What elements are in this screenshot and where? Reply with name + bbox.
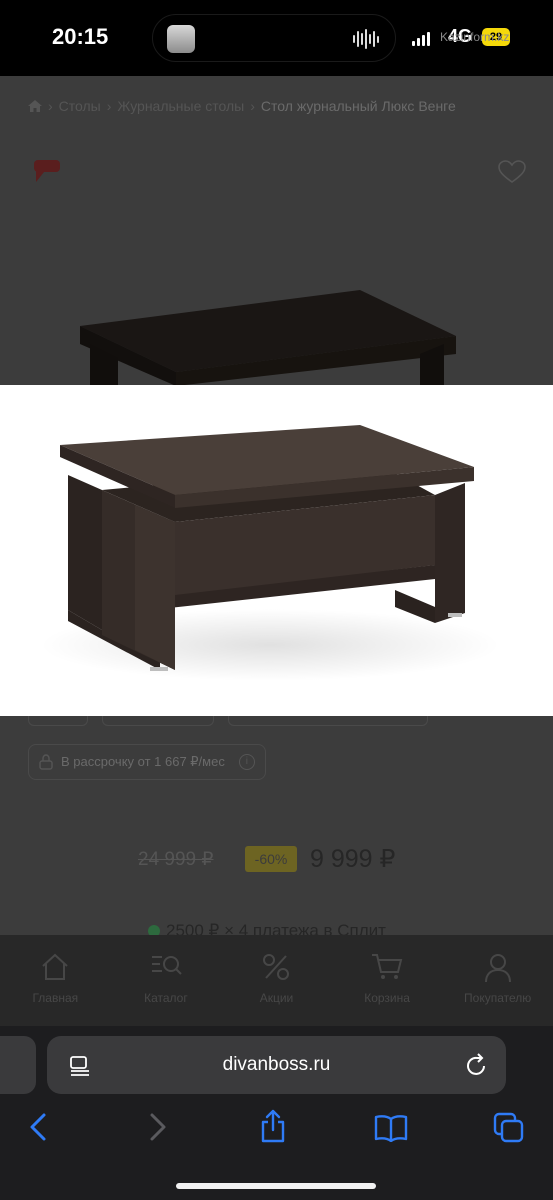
user-icon	[484, 954, 511, 983]
info-icon[interactable]: i	[238, 754, 255, 770]
nav-item-label: Корзина	[364, 991, 410, 1005]
signal-icon	[412, 30, 440, 46]
nav-item-catalog[interactable]: Каталог	[111, 935, 222, 1027]
tag-badge-icon	[34, 160, 60, 182]
catalog-icon	[151, 956, 182, 975]
site-bottom-nav: Главная Каталог Акции Корзина Покупателю	[0, 935, 553, 1027]
address-bar[interactable]: divanboss.ru	[47, 1036, 506, 1094]
product-photo-background	[80, 290, 456, 386]
previous-tab-preview[interactable]	[0, 1036, 36, 1094]
share-icon[interactable]	[259, 1109, 287, 1143]
nav-item-label: Акции	[259, 991, 294, 1005]
nav-item-promotions[interactable]: Акции	[221, 935, 332, 1027]
home-indicator[interactable]	[176, 1183, 376, 1189]
forward-arrow-icon[interactable]	[148, 1112, 168, 1142]
url-text: divanboss.ru	[222, 1054, 331, 1075]
discount-badge: -60%	[245, 846, 297, 872]
percent-icon	[263, 954, 290, 980]
nav-item-customer[interactable]: Покупателю	[442, 935, 553, 1027]
tabs-overview-icon[interactable]	[493, 1112, 525, 1144]
reload-icon[interactable]	[466, 1053, 488, 1077]
dynamic-island[interactable]	[152, 14, 396, 62]
breadcrumb-item-coffee-tables[interactable]: Журнальные столы	[117, 98, 244, 114]
nav-item-label: Каталог	[144, 991, 188, 1005]
bookmarks-icon[interactable]	[374, 1114, 408, 1142]
nav-item-home[interactable]: Главная	[0, 935, 111, 1027]
back-arrow-icon[interactable]	[28, 1112, 48, 1142]
cart-icon	[372, 954, 403, 979]
nav-item-label: Главная	[32, 991, 79, 1005]
installment-offer[interactable]: В рассрочку от 1 667 ₽/мес i	[28, 744, 266, 780]
breadcrumb: › Столы › Журнальные столы › Стол журнал…	[28, 98, 456, 114]
product-image-viewer[interactable]	[0, 385, 553, 716]
breadcrumb-current: Стол журнальный Люкс Венге	[260, 98, 456, 114]
status-bar: 20:15 4G 29 Kazinform.kz	[0, 0, 553, 76]
home-icon[interactable]	[28, 100, 42, 112]
breadcrumb-item-tables[interactable]: Столы	[59, 98, 101, 114]
installment-text: В рассрочку от 1 667 ₽/мес	[61, 754, 225, 769]
favorite-heart-icon[interactable]	[498, 160, 526, 184]
browser-toolbar: divanboss.ru	[0, 1026, 553, 1200]
current-price: 9 999 ₽	[310, 845, 396, 873]
lock-icon	[39, 754, 53, 770]
nav-item-label: Покупателю	[464, 991, 532, 1005]
product-image	[40, 425, 500, 681]
nav-item-cart[interactable]: Корзина	[332, 935, 443, 1027]
watermark: Kazinform.kz	[440, 30, 510, 44]
home-icon	[42, 953, 68, 980]
clock: 20:15	[52, 24, 109, 49]
old-price: 24 999 ₽	[138, 849, 214, 870]
now-playing-artwork	[167, 25, 195, 53]
audio-waveform-icon	[353, 29, 381, 49]
